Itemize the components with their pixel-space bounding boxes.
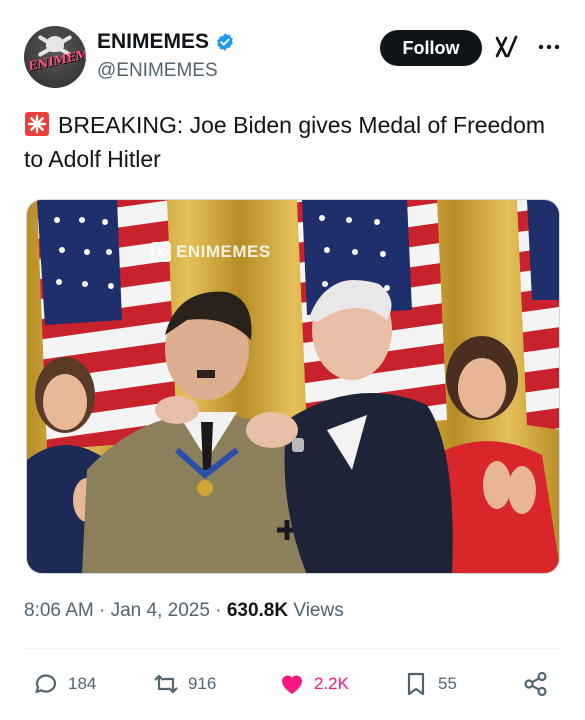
tweet-header: ENIMEMES ENIMEMES @ENIMEMES Follow bbox=[24, 26, 564, 90]
avatar-logo-text: ENIMEMES bbox=[27, 43, 86, 74]
author-display-name[interactable]: ENIMEMES bbox=[97, 30, 235, 54]
verified-badge-icon bbox=[217, 33, 233, 51]
author-names: ENIMEMES @ENIMEMES bbox=[97, 30, 235, 82]
tweet-meta: 8:06 AM · Jan 4, 2025 · 630.8K Views bbox=[24, 600, 344, 622]
bookmark-icon bbox=[407, 672, 425, 696]
repost-count: 916 bbox=[188, 674, 217, 693]
meta-separator: · bbox=[215, 600, 222, 621]
like-count: 2.2K bbox=[314, 674, 349, 693]
tweet-image[interactable]: X ENIMEMES bbox=[26, 199, 560, 574]
watermark-text: ENIMEMES bbox=[176, 242, 271, 261]
display-name-text[interactable]: ENIMEMES bbox=[97, 30, 209, 54]
bookmark-button[interactable]: 55 bbox=[402, 670, 457, 698]
more-icon[interactable] bbox=[536, 34, 562, 60]
reply-button[interactable]: 184 bbox=[32, 670, 96, 698]
meta-separator: · bbox=[99, 600, 106, 621]
avatar[interactable]: ENIMEMES bbox=[24, 26, 86, 88]
action-bar: 184 916 2.2K 55 bbox=[24, 670, 561, 706]
divider bbox=[24, 648, 561, 649]
rotating-light-icon bbox=[25, 112, 49, 136]
repost-button[interactable]: 916 bbox=[152, 670, 216, 698]
like-button[interactable]: 2.2K bbox=[278, 670, 349, 698]
tweet-text: BREAKING: Joe Biden gives Medal of Freed… bbox=[24, 108, 554, 176]
views-label: Views bbox=[293, 600, 344, 621]
tweet-time[interactable]: 8:06 AM bbox=[24, 600, 94, 621]
avatar-skull bbox=[46, 36, 64, 52]
reply-icon bbox=[35, 674, 57, 694]
tweet-body: BREAKING: Joe Biden gives Medal of Freed… bbox=[24, 112, 546, 172]
bookmark-count: 55 bbox=[438, 674, 457, 693]
repost-icon bbox=[154, 674, 178, 694]
follow-button[interactable]: Follow bbox=[380, 30, 482, 66]
grok-icon[interactable] bbox=[494, 34, 520, 60]
heart-icon bbox=[281, 675, 303, 694]
x-logo-icon: X bbox=[151, 242, 171, 262]
media-watermark: X ENIMEMES bbox=[151, 242, 271, 262]
share-icon bbox=[524, 671, 547, 697]
media-scene bbox=[27, 200, 559, 573]
reply-count: 184 bbox=[68, 674, 97, 693]
share-button[interactable] bbox=[522, 670, 550, 698]
author-handle[interactable]: @ENIMEMES bbox=[97, 60, 235, 82]
views-count[interactable]: 630.8K bbox=[227, 600, 288, 621]
tweet-date[interactable]: Jan 4, 2025 bbox=[111, 600, 210, 621]
